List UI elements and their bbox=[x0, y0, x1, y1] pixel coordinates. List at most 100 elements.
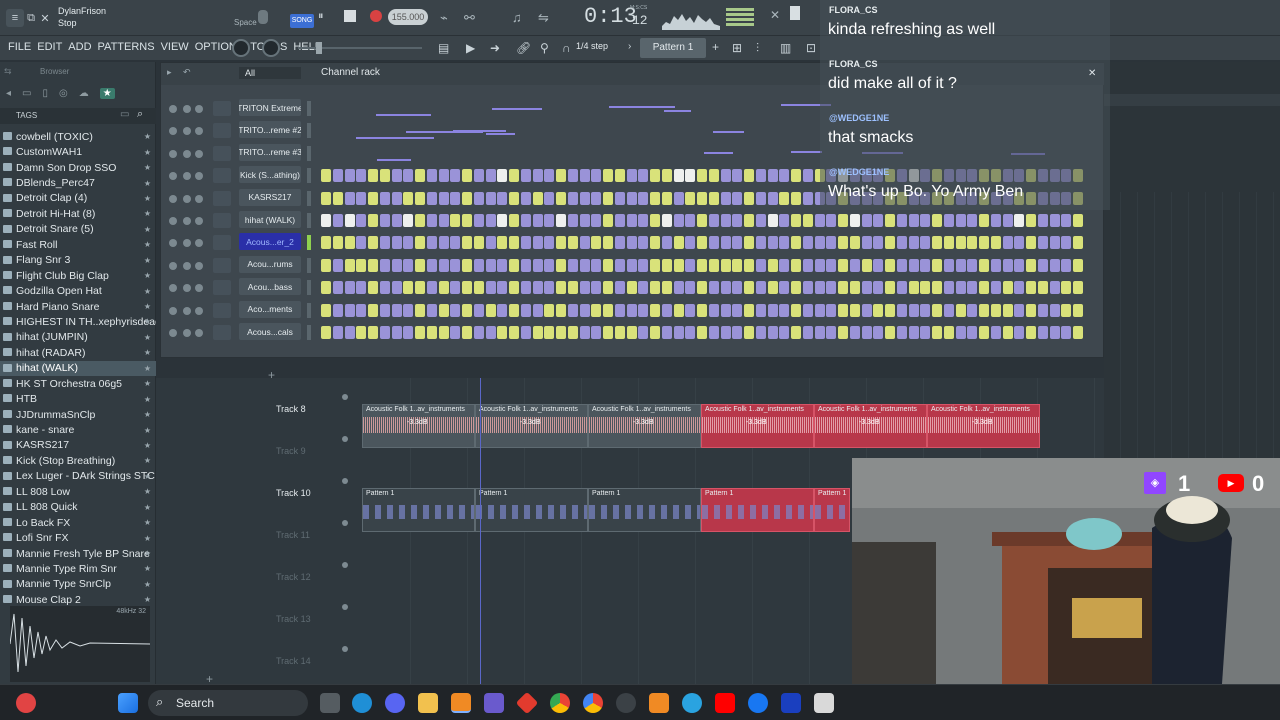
step-button[interactable] bbox=[344, 258, 355, 272]
step-button[interactable] bbox=[1049, 303, 1060, 317]
step-button[interactable] bbox=[567, 191, 578, 205]
step-button[interactable] bbox=[943, 258, 954, 272]
app-icon[interactable] bbox=[515, 691, 539, 715]
step-button[interactable] bbox=[990, 214, 1001, 227]
step-button[interactable] bbox=[661, 326, 672, 339]
step-button[interactable] bbox=[755, 169, 766, 183]
step-button[interactable] bbox=[638, 303, 649, 317]
pattern-clip[interactable]: Pattern 1 bbox=[588, 488, 701, 532]
channel-row[interactable]: Acous...er_2 bbox=[161, 233, 1105, 253]
step-button[interactable] bbox=[732, 326, 743, 339]
pattern-prev-icon[interactable]: › bbox=[628, 41, 631, 52]
track-label[interactable]: Track 9 bbox=[276, 446, 346, 456]
step-button[interactable] bbox=[638, 214, 649, 227]
fl-studio-2-icon[interactable] bbox=[649, 693, 669, 713]
step-button[interactable] bbox=[591, 169, 602, 183]
favorite-star-icon[interactable]: ★ bbox=[144, 379, 151, 388]
step-button[interactable] bbox=[943, 281, 954, 295]
pan-knob[interactable] bbox=[183, 284, 191, 293]
step-button[interactable] bbox=[1002, 258, 1013, 272]
stop-icon[interactable] bbox=[344, 10, 356, 22]
step-button[interactable] bbox=[1014, 303, 1025, 317]
favorite-star-icon[interactable]: ★ bbox=[144, 179, 151, 188]
step-button[interactable] bbox=[673, 191, 684, 205]
step-button[interactable] bbox=[356, 191, 367, 205]
step-button[interactable] bbox=[591, 326, 602, 339]
menu-edit[interactable]: EDIT bbox=[37, 41, 62, 53]
step-button[interactable] bbox=[1049, 326, 1060, 339]
snap-selector[interactable]: 1/4 step bbox=[576, 41, 608, 51]
step-button[interactable] bbox=[532, 169, 543, 183]
step-button[interactable] bbox=[426, 191, 437, 205]
audio-clip[interactable]: Acoustic Folk 1..av_instruments -3.3dB bbox=[362, 404, 475, 448]
step-button[interactable] bbox=[379, 169, 390, 183]
channel-select-led[interactable] bbox=[307, 145, 311, 161]
favorite-star-icon[interactable]: ★ bbox=[144, 364, 151, 373]
step-button[interactable] bbox=[932, 326, 942, 339]
step-button[interactable] bbox=[356, 326, 367, 339]
step-button[interactable] bbox=[849, 236, 860, 250]
step-button[interactable] bbox=[791, 169, 801, 183]
step-button[interactable] bbox=[591, 236, 602, 250]
step-button[interactable] bbox=[720, 214, 731, 227]
channel-row[interactable]: Acou...rums bbox=[161, 255, 1105, 276]
step-button[interactable] bbox=[567, 236, 578, 250]
step-button[interactable] bbox=[955, 326, 966, 339]
step-button[interactable] bbox=[450, 191, 461, 205]
step-button[interactable] bbox=[955, 281, 966, 295]
step-button[interactable] bbox=[415, 258, 425, 272]
step-button[interactable] bbox=[802, 169, 813, 183]
track-mute-led[interactable] bbox=[342, 520, 348, 526]
step-button[interactable] bbox=[391, 258, 402, 272]
step-button[interactable] bbox=[849, 303, 860, 317]
audio-clip[interactable]: Acoustic Folk 1..av_instruments -3.3dB bbox=[701, 404, 814, 448]
step-button[interactable] bbox=[403, 281, 414, 295]
chrome-canary-icon[interactable] bbox=[583, 693, 603, 713]
step-button[interactable] bbox=[755, 326, 766, 339]
step-button[interactable] bbox=[368, 303, 378, 317]
step-button[interactable] bbox=[661, 303, 672, 317]
step-button[interactable] bbox=[614, 326, 625, 339]
channel-name-button[interactable]: KASRS217 bbox=[239, 188, 301, 206]
step-button[interactable] bbox=[779, 326, 790, 339]
step-button[interactable] bbox=[896, 258, 907, 272]
track-mute-led[interactable] bbox=[342, 436, 348, 442]
step-button[interactable] bbox=[591, 281, 602, 295]
mixer-track-selector[interactable] bbox=[213, 123, 231, 139]
step-button[interactable] bbox=[650, 169, 660, 183]
step-button[interactable] bbox=[356, 258, 367, 272]
step-button[interactable] bbox=[497, 169, 508, 183]
step-button[interactable] bbox=[426, 258, 437, 272]
step-button[interactable] bbox=[779, 236, 790, 250]
step-button[interactable] bbox=[1037, 326, 1048, 339]
mute-button[interactable] bbox=[169, 105, 177, 113]
step-button[interactable] bbox=[332, 258, 343, 272]
audio-clip[interactable]: Acoustic Folk 1..av_instruments -3.3dB bbox=[927, 404, 1040, 448]
step-button[interactable] bbox=[614, 236, 625, 250]
step-button[interactable] bbox=[661, 191, 672, 205]
step-button[interactable] bbox=[450, 281, 461, 295]
step-button[interactable] bbox=[943, 326, 954, 339]
step-button[interactable] bbox=[509, 326, 519, 339]
step-button[interactable] bbox=[567, 258, 578, 272]
step-button[interactable] bbox=[932, 214, 942, 227]
channel-row[interactable]: Acous...cals bbox=[161, 323, 1105, 343]
browser-item[interactable]: Hard Piano Snare ★ bbox=[0, 299, 156, 314]
step-button[interactable] bbox=[1073, 303, 1083, 317]
step-button[interactable] bbox=[473, 281, 484, 295]
step-button[interactable] bbox=[755, 236, 766, 250]
step-button[interactable] bbox=[755, 214, 766, 227]
step-button[interactable] bbox=[849, 326, 860, 339]
volume-knob[interactable] bbox=[195, 127, 203, 136]
step-button[interactable] bbox=[1026, 236, 1036, 250]
step-button[interactable] bbox=[744, 258, 754, 272]
step-button[interactable] bbox=[802, 303, 813, 317]
step-button[interactable] bbox=[356, 169, 367, 183]
pan-knob[interactable] bbox=[183, 239, 191, 248]
step-button[interactable] bbox=[403, 214, 414, 227]
step-button[interactable] bbox=[509, 191, 519, 205]
step-button[interactable] bbox=[450, 169, 461, 183]
step-button[interactable] bbox=[321, 214, 331, 227]
step-button[interactable] bbox=[661, 258, 672, 272]
step-button[interactable] bbox=[485, 169, 496, 183]
